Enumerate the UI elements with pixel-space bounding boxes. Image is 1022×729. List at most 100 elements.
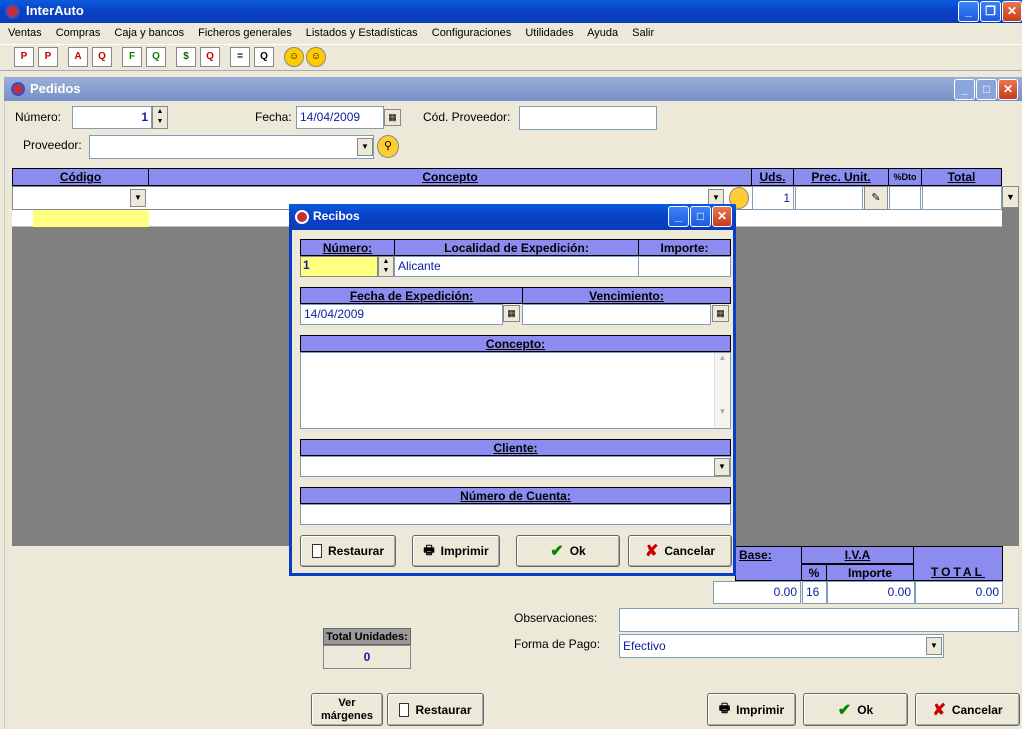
albaran-search-icon[interactable]: Q [92, 47, 112, 67]
recibo-fecha-header: Fecha de Expedición: [300, 287, 523, 304]
cancelar-button[interactable]: ✘ Cancelar [915, 693, 1020, 726]
row-dto-input[interactable] [889, 186, 921, 210]
minimize-button[interactable]: _ [958, 1, 979, 22]
menu-ayuda[interactable]: Ayuda [587, 27, 618, 39]
recibo-ok-label: Ok [569, 544, 586, 558]
recibo-fecha-input[interactable]: 14/04/2009 [300, 304, 503, 325]
recibo-cancelar-button[interactable]: ✘ Cancelar [628, 535, 732, 567]
recibo-cliente-header: Cliente: [300, 439, 731, 456]
observaciones-input[interactable] [619, 608, 1019, 632]
restore-button[interactable]: ❐ [980, 1, 1001, 22]
imprimir-button[interactable]: 🖶 Imprimir [707, 693, 796, 726]
proveedor-search-icon[interactable]: ⚲ [377, 135, 399, 158]
pencil-edit-icon[interactable]: ✎ [864, 186, 888, 210]
recibo-imprimir-button[interactable]: 🖶 Imprimir [412, 535, 500, 567]
report-search-icon[interactable]: Q [254, 47, 274, 67]
close-button[interactable]: ✕ [1002, 1, 1022, 22]
pedidos-titlebar: Pedidos _ □ ✕ [4, 77, 1022, 101]
check-icon: ✔ [837, 701, 852, 719]
recibos-maximize-button[interactable]: □ [690, 206, 711, 227]
fecha-calendar-icon[interactable]: ▦ [384, 109, 401, 126]
iva-pct-value: 16 [802, 581, 827, 604]
total-unidades-label: Total Unidades: [323, 628, 411, 645]
recibo-importe-input[interactable] [638, 256, 731, 277]
smiley-search-icon[interactable]: ☺ [306, 47, 326, 67]
cod-proveedor-input[interactable] [519, 106, 657, 130]
recibo-concepto-header: Concepto: [300, 335, 731, 352]
menu-ventas[interactable]: Ventas [8, 27, 42, 39]
ok-button[interactable]: ✔ Ok [803, 693, 908, 726]
numero-spinner[interactable]: ▲ ▼ [152, 106, 168, 129]
menu-caja[interactable]: Caja y bancos [114, 27, 184, 39]
row-uds-input[interactable]: 1 [752, 186, 794, 210]
factura-search-icon[interactable]: Q [146, 47, 166, 67]
iva-importe-header: Importe [826, 564, 914, 581]
numero-input[interactable]: 1 [72, 106, 152, 129]
menu-salir[interactable]: Salir [632, 27, 654, 39]
forma-pago-dropdown-icon[interactable]: ▼ [926, 637, 942, 655]
pedidos-close-button[interactable]: ✕ [998, 79, 1018, 100]
proveedor-dropdown-icon[interactable]: ▼ [357, 138, 373, 156]
pedidos-tool-icon[interactable]: P [14, 47, 34, 67]
recibo-concepto-scrollbar[interactable]: ▲ ▼ [714, 353, 730, 428]
money-search-icon[interactable]: Q [200, 47, 220, 67]
forma-pago-select[interactable]: Efectivo [619, 634, 944, 658]
pedidos-icon [11, 82, 25, 96]
recibo-restaurar-icon [311, 544, 322, 558]
recibo-cliente-select[interactable] [300, 456, 731, 477]
restaurar-icon [399, 702, 410, 717]
smiley-icon[interactable]: ☺ [284, 47, 304, 67]
recibos-minimize-button[interactable]: _ [668, 206, 689, 227]
recibo-numero-header: Número: [300, 239, 395, 256]
cod-proveedor-label: Cód. Proveedor: [423, 110, 511, 124]
iva-pct-header: % [801, 564, 827, 581]
recibo-fecha-calendar-icon[interactable]: ▦ [503, 305, 520, 322]
menu-configuraciones[interactable]: Configuraciones [432, 27, 512, 39]
row-total-input[interactable] [922, 186, 1002, 210]
albaran-tool-icon[interactable]: A [68, 47, 88, 67]
fecha-input[interactable]: 14/04/2009 [296, 106, 384, 129]
recibo-check-icon: ✔ [550, 543, 564, 560]
recibo-numero-spinner[interactable]: ▲ ▼ [378, 256, 394, 277]
pedidos-maximize-button[interactable]: □ [976, 79, 997, 100]
recibo-cuenta-input[interactable] [300, 504, 731, 525]
calculator-icon[interactable]: = [230, 47, 250, 67]
factura-tool-icon[interactable]: F [122, 47, 142, 67]
row-prec-input[interactable] [795, 186, 863, 210]
app-icon [5, 4, 20, 19]
recibo-restaurar-button[interactable]: Restaurar [300, 535, 396, 567]
recibo-vencimiento-header: Vencimiento: [522, 287, 731, 304]
ok-label: Ok [857, 702, 874, 717]
recibo-cancel-x-icon: ✘ [644, 543, 659, 560]
codigo-dropdown-icon[interactable]: ▼ [130, 189, 146, 207]
pedidos-minimize-button[interactable]: _ [954, 79, 975, 100]
menu-listados[interactable]: Listados y Estadísticas [306, 27, 418, 39]
menu-compras[interactable]: Compras [56, 27, 101, 39]
recibo-vencimiento-input[interactable] [522, 304, 711, 325]
recibo-concepto-textarea[interactable] [300, 352, 731, 429]
restaurar-button[interactable]: Restaurar [387, 693, 484, 726]
fecha-label: Fecha: [255, 110, 292, 124]
col-prec-unit: Prec. Unit. [793, 168, 889, 186]
recibo-numero-input[interactable]: 1 [300, 256, 378, 277]
observaciones-label: Observaciones: [514, 611, 598, 625]
pedidos-search-icon[interactable]: P [38, 47, 58, 67]
menu-ficheros[interactable]: Ficheros generales [198, 27, 292, 39]
recibo-localidad-input[interactable]: Alicante [394, 256, 639, 277]
proveedor-label: Proveedor: [23, 138, 82, 152]
menu-utilidades[interactable]: Utilidades [525, 27, 573, 39]
recibo-vencimiento-calendar-icon[interactable]: ▦ [712, 305, 729, 322]
grid-scroll-arrow-icon[interactable]: ▼ [1002, 186, 1019, 208]
grid-row-selected-cell[interactable] [33, 210, 149, 227]
proveedor-select[interactable] [89, 135, 374, 159]
base-value: 0.00 [713, 581, 801, 604]
recibo-ok-button[interactable]: ✔ Ok [516, 535, 620, 567]
numero-label: Número: [15, 110, 62, 124]
imprimir-label: Imprimir [736, 702, 785, 717]
ver-margenes-button[interactable]: Ver márgenes [311, 693, 383, 726]
recibo-localidad-header: Localidad de Expedición: [394, 239, 639, 256]
recibo-cliente-dropdown-icon[interactable]: ▼ [714, 458, 730, 476]
money-tool-icon[interactable]: $ [176, 47, 196, 67]
recibos-close-button[interactable]: ✕ [712, 206, 732, 227]
forma-pago-label: Forma de Pago: [514, 637, 601, 651]
